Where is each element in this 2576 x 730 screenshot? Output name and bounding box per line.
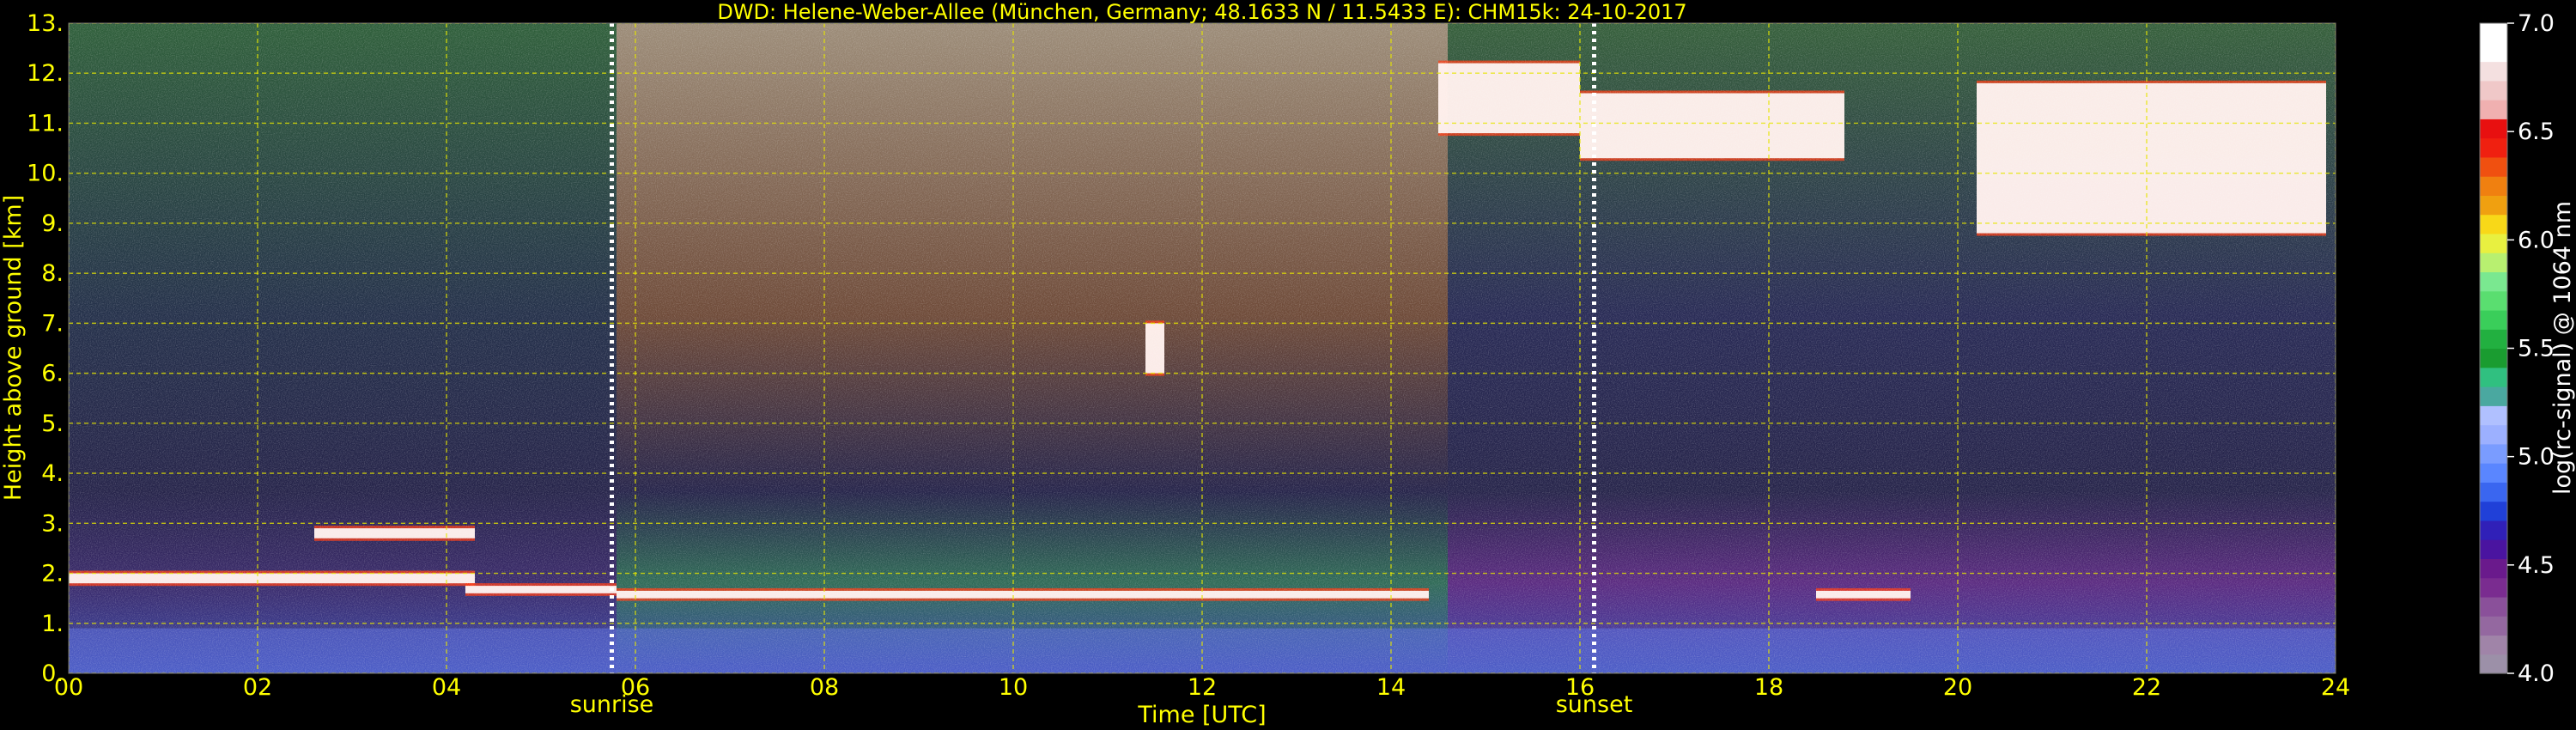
colorbar-band [2480,577,2507,598]
colorbar-band [2480,195,2507,216]
colorbar-band [2480,309,2507,330]
colorbar-band [2480,367,2507,387]
y-tick-label: 8. [41,260,64,287]
x-tick-label: 08 [810,674,839,701]
colorbar-band [2480,596,2507,617]
y-tick-labels: 0. 1. 2. 3. 4. 5. 6. 7. 8. 9. 10. 11. 12. 13. [27,10,64,687]
y-tick-label: 5. [41,411,64,437]
colorbar-band [2480,61,2507,82]
marker-label-sunset: sunset [1556,691,1633,718]
y-tick-label: 1. [41,611,64,637]
colorbar-band [2480,100,2507,119]
x-tick-label: 24 [2321,674,2350,701]
y-tick-label: 7. [41,310,64,337]
y-tick-label: 13. [27,10,64,37]
colorbar-band [2480,558,2507,579]
x-axis-label: Time [UTC] [1137,702,1266,728]
colorbar-band [2480,329,2507,350]
colorbar-band [2480,616,2507,636]
x-tick-label: 20 [1943,674,1972,701]
colorbar-tick-labels: 4.04.55.05.56.06.57.0 [2507,10,2555,687]
colorbar-band [2480,119,2507,139]
colorbar-band [2480,654,2507,674]
x-tick-label: 02 [243,674,272,701]
colorbar-band [2480,424,2507,445]
colorbar-band [2480,156,2507,177]
colorbar-band [2480,42,2507,63]
y-tick-label: 4. [41,460,64,487]
colorbar-band [2480,290,2507,311]
x-tick-labels: 00 02 04 06 08 10 12 14 16 18 20 22 24 [54,674,2350,701]
colorbar-band [2480,482,2507,502]
x-tick-label: 18 [1754,674,1783,701]
colorbar-band [2480,501,2507,521]
plot-area [69,23,2336,673]
y-tick-label: 9. [41,210,64,237]
colorbar-band [2480,635,2507,655]
colorbar: 4.04.55.05.56.06.57.0 log(rc-signal) @ 1… [2479,10,2576,687]
x-tick-label: 04 [432,674,461,701]
x-tick-label: 14 [1376,674,1406,701]
colorbar-band [2480,137,2507,158]
chart-title: DWD: Helene-Weber-Allee (München, German… [717,0,1686,24]
colorbar-band [2480,214,2507,234]
y-tick-label: 12. [27,60,64,87]
colorbar-band [2480,405,2507,426]
colorbar-tick-label: 4.5 [2518,552,2555,579]
colorbar-band [2480,23,2507,43]
y-tick-label: 10. [27,161,64,187]
y-tick-label: 6. [41,361,64,387]
x-tick-label: 10 [999,674,1028,701]
ceilometer-figure: DWD: Helene-Weber-Allee (München, German… [0,0,2576,728]
colorbar-tick-label: 4.0 [2518,660,2555,687]
colorbar-bands [2480,23,2507,674]
colorbar-band [2480,233,2507,253]
y-tick-label: 0. [41,660,64,687]
colorbar-tick-label: 6.5 [2518,119,2555,145]
colorbar-band [2480,80,2507,100]
colorbar-band [2480,176,2507,196]
colorbar-band [2480,463,2507,483]
sun-marker-labels: sunrise sunset [570,691,1633,718]
y-tick-label: 3. [41,510,64,537]
y-axis-label: Height above ground [km] [0,195,27,501]
colorbar-band [2480,252,2507,273]
colorbar-band [2480,386,2507,406]
colorbar-label: log(rc-signal) @ 1064 nm [2549,201,2576,495]
colorbar-band [2480,348,2507,368]
colorbar-band [2480,443,2507,464]
colorbar-band [2480,539,2507,560]
colorbar-band [2480,271,2507,292]
x-tick-label: 12 [1188,674,1217,701]
y-tick-label: 11. [27,110,64,137]
colorbar-tick-label: 7.0 [2518,10,2555,37]
x-tick-label: 22 [2132,674,2161,701]
colorbar-band [2480,520,2507,540]
y-tick-label: 2. [41,561,64,587]
marker-label-sunrise: sunrise [570,691,654,718]
